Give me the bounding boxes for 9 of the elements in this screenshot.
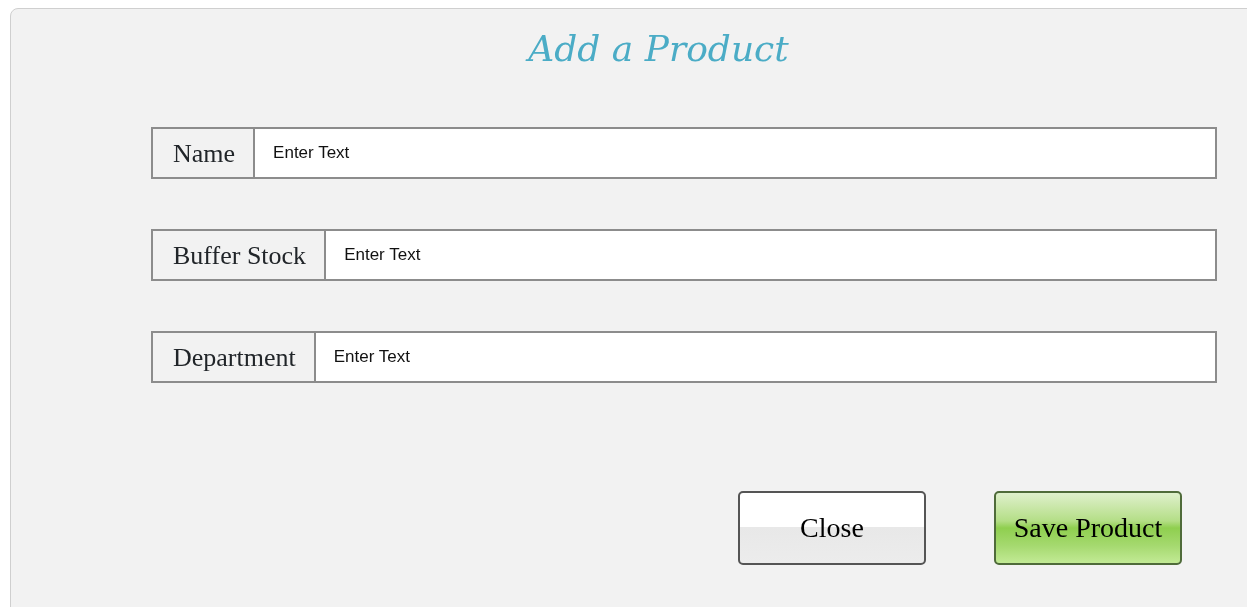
input-field[interactable]: Enter Text [255, 127, 1217, 179]
save-button[interactable]: Save Product [994, 491, 1182, 565]
input-field[interactable]: Enter Text [315, 331, 1217, 383]
close-button[interactable]: Close [738, 491, 926, 565]
input-field[interactable]: Enter Text [326, 229, 1217, 281]
field-label: Buffer Stock [151, 229, 327, 281]
dialog-title: Add a Product [11, 27, 1247, 71]
field-label: Department [151, 331, 316, 383]
field-label: Name [151, 127, 256, 179]
